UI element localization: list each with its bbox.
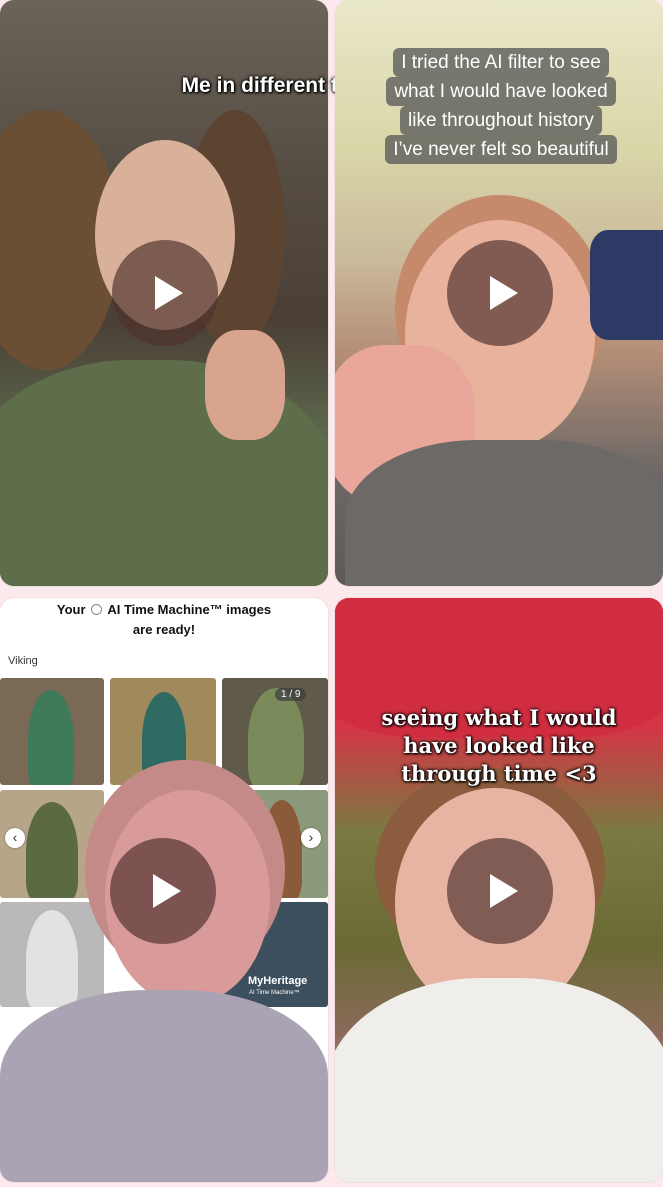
- shirt-shape: [345, 440, 663, 586]
- pillow-shape: [590, 230, 663, 340]
- screenshot-title: Your AI Time Machine™ images are ready!: [0, 600, 328, 640]
- title-line2: are ready!: [132, 622, 196, 637]
- title-app: AI Time Machine™ images: [107, 602, 272, 617]
- caption-line: what I would have looked: [386, 77, 616, 106]
- brand-logo: MyHeritage: [248, 975, 308, 987]
- caption-line: have looked like: [403, 733, 595, 758]
- image-counter: 1 / 9: [275, 688, 307, 701]
- caption-line: I’ve never felt so beautiful: [385, 135, 617, 164]
- style-label: Viking: [8, 655, 38, 667]
- thumbnail-image: [0, 678, 104, 785]
- thumbnail-image: [0, 902, 104, 1007]
- tank-top-shape: [335, 978, 663, 1182]
- video-caption: I tried the AI filter to see what I woul…: [359, 48, 643, 164]
- prev-arrow-button[interactable]: ‹: [5, 828, 25, 848]
- next-arrow-button[interactable]: ›: [301, 828, 321, 848]
- brand-subtitle: AI Time Machine™: [249, 990, 300, 996]
- caption-line: seeing what I would: [381, 705, 617, 730]
- sweater-shape: [0, 990, 328, 1182]
- caption-line: I tried the AI filter to see: [393, 48, 609, 77]
- caption-line: like throughout history: [400, 106, 602, 135]
- hand-shape: [205, 330, 285, 440]
- title-prefix: Your: [56, 602, 86, 617]
- myheritage-logo-icon: [91, 604, 103, 615]
- play-icon[interactable]: [447, 838, 553, 944]
- play-icon[interactable]: [447, 240, 553, 346]
- video-caption: seeing what I would have looked like thr…: [335, 704, 663, 788]
- play-icon[interactable]: [110, 838, 216, 944]
- caption-line: through time <3: [401, 761, 597, 786]
- play-icon[interactable]: [112, 240, 218, 346]
